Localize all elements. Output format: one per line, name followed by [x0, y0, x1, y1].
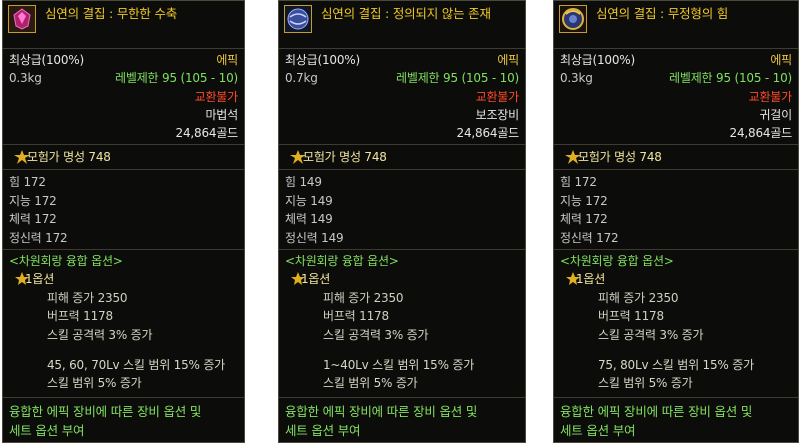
stat-spi: 정신력 172 — [9, 231, 68, 245]
weight-label: 0.3kg — [9, 71, 42, 85]
weight-label: 0.3kg — [560, 71, 593, 85]
price-label: 24,864골드 — [729, 126, 793, 140]
divider — [3, 48, 244, 49]
gold-orb-icon — [559, 5, 587, 33]
price-label: 24,864골드 — [175, 126, 239, 140]
item-title: 심연의 결집 : 무한한 수축 — [45, 6, 178, 21]
option-line: 피해 증가 2350 — [598, 291, 679, 305]
option-title: 1옵션 — [576, 272, 606, 286]
rarity-label: 에픽 — [770, 53, 792, 67]
slot-type: 마법석 — [205, 108, 238, 122]
reputation-label: 모험가 명성 748 — [578, 150, 662, 164]
divider — [3, 397, 244, 398]
footer-line: 융합한 에픽 장비에 따른 장비 옵션 및 — [9, 404, 202, 419]
option-title: 1옵션 — [25, 272, 55, 286]
divider — [279, 169, 525, 170]
grade-label: 최상급(100%) — [9, 53, 84, 67]
stat-vit: 체력 172 — [560, 212, 608, 226]
divider — [279, 144, 525, 145]
stat-int: 지능 172 — [9, 194, 57, 208]
option-line: 버프력 1178 — [47, 309, 113, 323]
option-extra-line: 스킬 범위 5% 증가 — [323, 376, 418, 390]
divider — [279, 249, 525, 250]
fusion-footer-text: 융합한 에픽 장비에 따른 장비 옵션 및 세트 옵션 부여 — [560, 402, 792, 440]
stat-int: 지능 149 — [285, 194, 333, 208]
slot-type: 귀걸이 — [759, 108, 792, 122]
option-extra-line: 75, 80Lv 스킬 범위 15% 증가 — [598, 358, 754, 372]
footer-line: 융합한 에픽 장비에 따른 장비 옵션 및 — [285, 404, 478, 419]
stat-spi: 정신력 149 — [285, 231, 344, 245]
stat-str: 힘 172 — [9, 175, 46, 189]
purple-gem-icon — [8, 5, 36, 33]
trade-status: 교환불가 — [748, 90, 793, 104]
item-title: 심연의 결집 : 무정형의 힘 — [596, 6, 729, 21]
option-extra-line: 스킬 범위 5% 증가 — [47, 376, 142, 390]
divider — [554, 48, 798, 49]
fusion-header: <차원회랑 융합 옵션> — [285, 254, 399, 268]
divider — [554, 249, 798, 250]
footer-line: 세트 옵션 부여 — [9, 423, 85, 438]
level-limit-label: 레벨제한 95 (105 - 10) — [115, 71, 238, 85]
rarity-label: 에픽 — [497, 53, 519, 67]
level-limit-label: 레벨제한 95 (105 - 10) — [396, 71, 519, 85]
fusion-header: <차원회랑 융합 옵션> — [9, 254, 123, 268]
blue-orb-icon — [284, 5, 312, 33]
divider — [279, 48, 525, 49]
grade-label: 최상급(100%) — [285, 53, 360, 67]
slot-type: 보조장비 — [475, 108, 520, 122]
fusion-footer-text: 융합한 에픽 장비에 따른 장비 옵션 및 세트 옵션 부여 — [9, 402, 238, 440]
stat-spi: 정신력 172 — [560, 231, 619, 245]
option-line: 스킬 공격력 3% 증가 — [598, 328, 704, 342]
footer-line: 융합한 에픽 장비에 따른 장비 옵션 및 — [560, 404, 753, 419]
item-title: 심연의 결집 : 정의되지 않는 존재 — [321, 6, 491, 21]
option-extra-line: 45, 60, 70Lv 스킬 범위 15% 증가 — [47, 358, 226, 372]
trade-status: 교환불가 — [194, 90, 239, 104]
footer-line: 세트 옵션 부여 — [560, 423, 636, 438]
divider — [554, 144, 798, 145]
divider — [554, 169, 798, 170]
tooltip-header: 심연의 결집 : 무정형의 힘 — [554, 1, 798, 48]
item-tooltip-card-1: 심연의 결집 : 무한한 수축 최상급(100%) 에픽 0.3kg 레벨제한 95… — [2, 0, 245, 443]
stat-str: 힘 172 — [560, 175, 597, 189]
option-line: 버프력 1178 — [598, 309, 664, 323]
footer-line: 세트 옵션 부여 — [285, 423, 361, 438]
option-extra-line: 1~40Lv 스킬 범위 15% 증가 — [323, 358, 475, 372]
divider — [554, 397, 798, 398]
option-line: 스킬 공격력 3% 증가 — [323, 328, 429, 342]
item-tooltip-card-2: 심연의 결집 : 정의되지 않는 존재 최상급(100%) 에픽 0.7kg 레벨제… — [278, 0, 526, 443]
rarity-label: 에픽 — [216, 53, 238, 67]
option-line: 피해 증가 2350 — [323, 291, 404, 305]
option-line: 스킬 공격력 3% 증가 — [47, 328, 153, 342]
stat-str: 힘 149 — [285, 175, 322, 189]
divider — [3, 249, 244, 250]
divider — [3, 169, 244, 170]
fusion-footer-text: 융합한 에픽 장비에 따른 장비 옵션 및 세트 옵션 부여 — [285, 402, 519, 440]
level-limit-label: 레벨제한 95 (105 - 10) — [669, 71, 792, 85]
price-label: 24,864골드 — [456, 126, 520, 140]
trade-status: 교환불가 — [475, 90, 520, 104]
divider — [279, 397, 525, 398]
stat-vit: 체력 172 — [9, 212, 57, 226]
stat-vit: 체력 149 — [285, 212, 333, 226]
item-tooltip-card-3: 심연의 결집 : 무정형의 힘 최상급(100%) 에픽 0.3kg 레벨제한 95… — [553, 0, 799, 443]
option-line: 피해 증가 2350 — [47, 291, 128, 305]
option-extra-line: 스킬 범위 5% 증가 — [598, 376, 693, 390]
reputation-label: 모험가 명성 748 — [303, 150, 387, 164]
reputation-label: 모험가 명성 748 — [27, 150, 111, 164]
divider — [3, 144, 244, 145]
option-title: 1옵션 — [301, 272, 331, 286]
option-line: 버프력 1178 — [323, 309, 389, 323]
weight-label: 0.7kg — [285, 71, 318, 85]
fusion-header: <차원회랑 융합 옵션> — [560, 254, 674, 268]
grade-label: 최상급(100%) — [560, 53, 635, 67]
stat-int: 지능 172 — [560, 194, 608, 208]
tooltip-header: 심연의 결집 : 무한한 수축 — [3, 1, 244, 48]
tooltip-header: 심연의 결집 : 정의되지 않는 존재 — [279, 1, 525, 48]
